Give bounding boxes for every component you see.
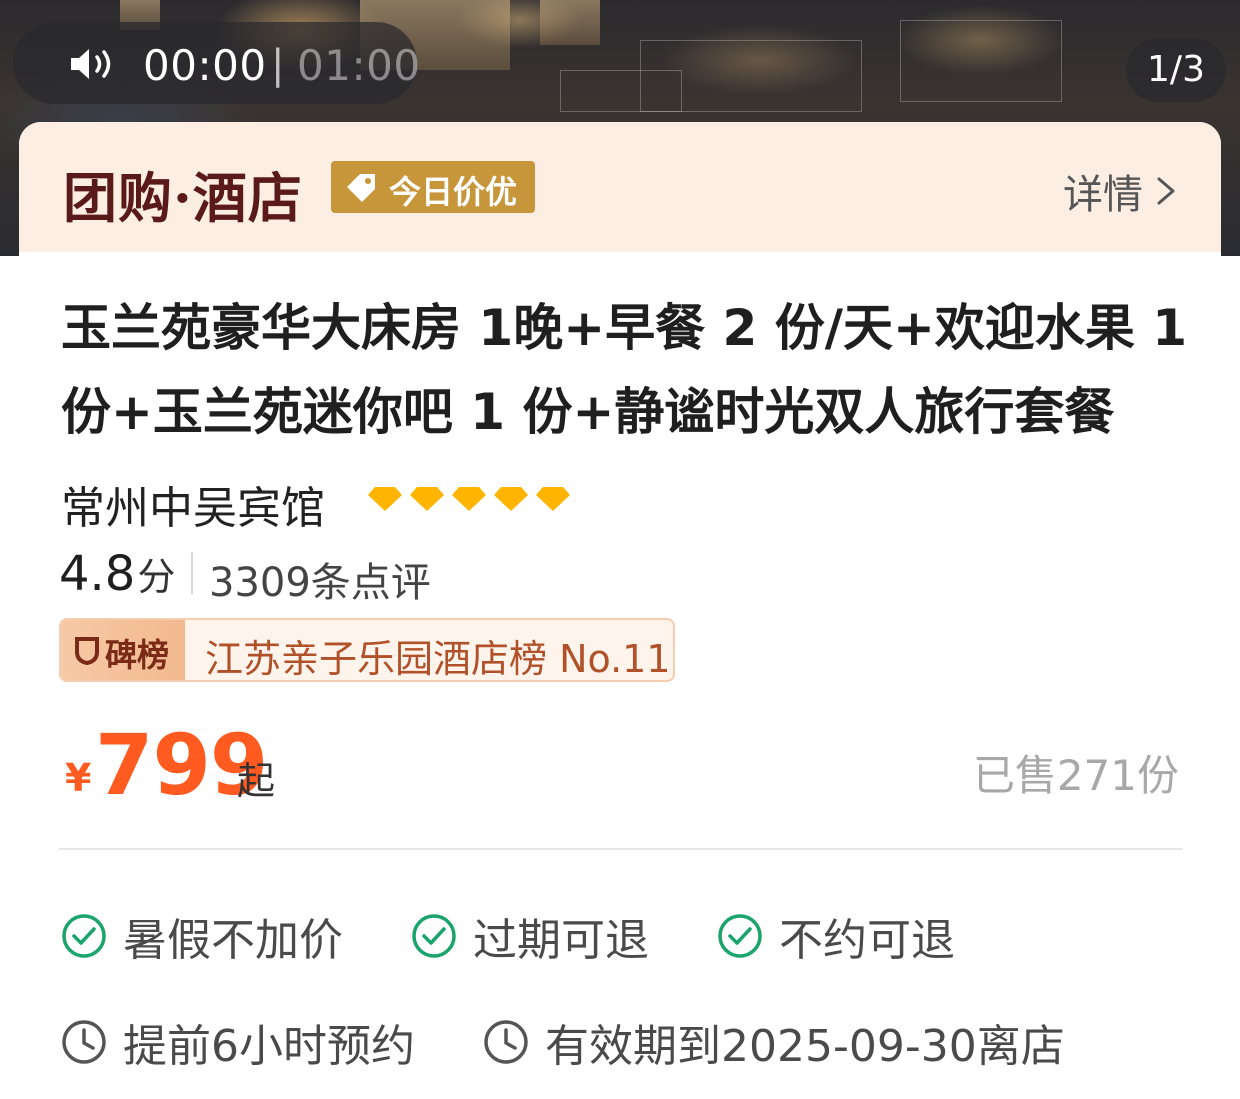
page-indicator: 1/3 — [1126, 38, 1226, 102]
speaker-icon[interactable] — [69, 47, 121, 81]
divider — [191, 552, 193, 594]
diamond-rating — [367, 486, 571, 512]
info-item: 有效期到2025-09-30离店 — [483, 1010, 1065, 1074]
diamond-icon — [536, 487, 570, 511]
time-separator: | — [271, 42, 285, 88]
rank-label: 碑榜 — [105, 636, 170, 674]
deal-card[interactable]: 团购·酒店 今日价优 详情 玉兰苑豪华大床房 1晚+早餐 2 份/天+欢迎水果 … — [19, 122, 1221, 1099]
rating-value: 4.8 — [59, 546, 136, 602]
brand-title: 团购·酒店 — [63, 166, 303, 230]
sold-count: 已售271份 — [972, 751, 1179, 800]
price-tag-icon — [347, 174, 375, 202]
diamond-icon — [452, 487, 486, 511]
audio-player[interactable]: 00:00 | 01:00 — [13, 22, 420, 104]
product-title[interactable]: 玉兰苑豪华大床房 1晚+早餐 2 份/天+欢迎水果 1 份+玉兰苑迷你吧 1 份… — [61, 286, 1191, 454]
price-suffix: 起 — [237, 759, 276, 803]
feature-label: 过期可退 — [473, 915, 649, 966]
info-item: 提前6小时预约 — [61, 1010, 415, 1074]
chevron-right-icon — [1157, 177, 1175, 205]
feature-item: 暑假不加价 — [61, 904, 343, 968]
info-label: 有效期到2025-09-30离店 — [545, 1021, 1065, 1072]
divider — [59, 848, 1183, 850]
check-circle-icon — [62, 914, 106, 958]
diamond-icon — [368, 487, 402, 511]
price-currency: ¥ — [65, 756, 92, 800]
deal-tag-label: 今日价优 — [389, 173, 518, 211]
rank-badge[interactable]: 碑榜 江苏亲子乐园酒店榜 No.11 — [59, 618, 675, 682]
hotel-name[interactable]: 常州中吴宾馆 — [61, 472, 325, 536]
review-count[interactable]: 3309条点评 — [209, 550, 431, 608]
check-circle-icon — [718, 914, 762, 958]
shield-icon — [75, 637, 99, 666]
feature-label: 不约可退 — [779, 915, 955, 966]
info-label: 提前6小时预约 — [123, 1021, 415, 1072]
feature-item: 不约可退 — [717, 904, 955, 968]
diamond-icon — [494, 487, 528, 511]
clock-icon — [484, 1020, 528, 1064]
current-time: 00:00 — [143, 41, 267, 90]
rank-label-box: 碑榜 — [61, 620, 185, 680]
feature-label: 暑假不加价 — [123, 915, 343, 966]
feature-item: 过期可退 — [411, 904, 649, 968]
check-circle-icon — [412, 914, 456, 958]
card-header: 团购·酒店 今日价优 详情 — [19, 122, 1221, 252]
details-label: 详情 — [1063, 172, 1143, 218]
hotel-deal-screen: 00:00 | 01:00 1/3 团购·酒店 今日价优 详情 玉兰苑豪华大床房… — [0, 0, 1240, 1099]
total-time: 01:00 — [297, 41, 421, 90]
deal-tag: 今日价优 — [331, 161, 535, 213]
rating-unit: 分 — [137, 555, 176, 599]
clock-icon — [62, 1020, 106, 1064]
details-link[interactable]: 详情 — [1063, 162, 1179, 220]
diamond-icon — [410, 487, 444, 511]
rank-text: 江苏亲子乐园酒店榜 No.11 — [205, 637, 671, 681]
rating-score[interactable]: 4.8分 — [59, 546, 175, 602]
